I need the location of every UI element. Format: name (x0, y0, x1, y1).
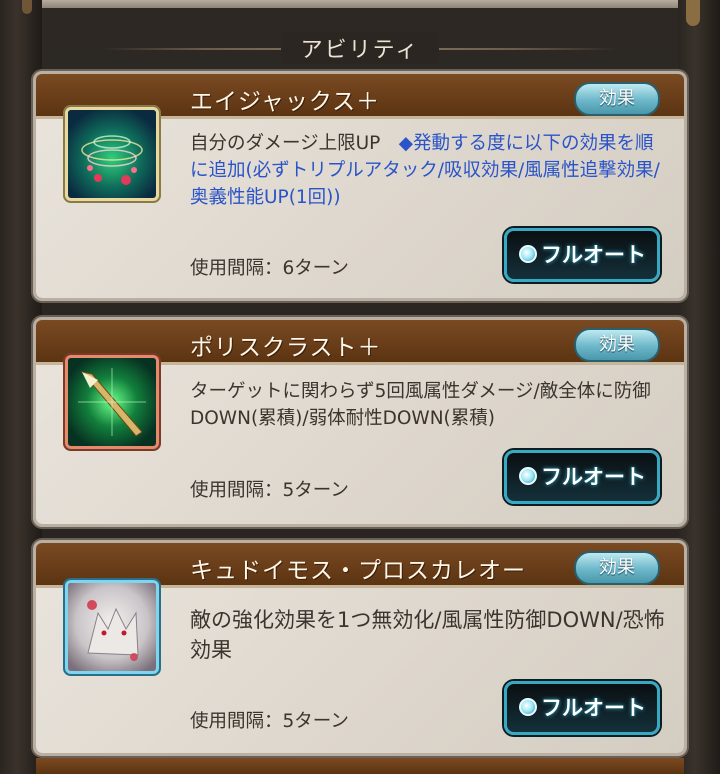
section-title: アビリティ (280, 32, 440, 64)
frame-ornament (686, 0, 700, 26)
description-text: ターゲットに関わらず5回風属性ダメージ/敵全体に防御DOWN(累積)/弱体耐性D… (190, 381, 651, 429)
toggle-dot-icon (519, 245, 537, 263)
ability-card: キュドイモス・プロスカレオー 効果 敵の強化効果を1つ無効化/風属性防御DOWN… (36, 543, 684, 753)
effect-button[interactable]: 効果 (574, 82, 660, 116)
ability-description: 敵の強化効果を1つ無効化/風属性防御DOWN/恐怖効果 (190, 605, 666, 665)
ability-card: エイジャックス＋ 効果 自分のダメージ上限UP ◆発動する度に以下の効果を順に追… (36, 74, 684, 298)
cooldown-text: 使用間隔：5ターン (190, 480, 349, 501)
full-auto-label: フルオート (541, 465, 646, 489)
ability-name: キュドイモス・プロスカレオー (190, 558, 526, 584)
ability-description: 自分のダメージ上限UP ◆発動する度に以下の効果を順に追加(必ずトリプルアタック… (190, 130, 666, 211)
spirit-wolf-icon[interactable] (68, 583, 156, 671)
next-card-edge (36, 758, 684, 774)
ability-description: ターゲットに関わらず5回風属性ダメージ/敵全体に防御DOWN(累積)/弱体耐性D… (190, 378, 666, 432)
section-header: アビリティ (42, 22, 678, 74)
full-auto-button[interactable]: フルオート (504, 228, 660, 282)
frame-ornament (22, 0, 32, 14)
cooldown-text: 使用間隔：5ターン (190, 711, 349, 732)
top-strip (42, 0, 678, 8)
full-auto-button[interactable]: フルオート (504, 450, 660, 504)
full-auto-label: フルオート (541, 696, 646, 720)
full-auto-label: フルオート (541, 243, 646, 267)
rose-whirlwind-icon[interactable] (68, 110, 156, 198)
toggle-dot-icon (519, 467, 537, 485)
cooldown-text: 使用間隔：6ターン (190, 258, 349, 279)
spear-strike-icon[interactable] (68, 358, 156, 446)
ability-name: ポリスクラスト＋ (190, 335, 382, 361)
full-auto-button[interactable]: フルオート (504, 681, 660, 735)
ability-name: エイジャックス＋ (190, 89, 381, 115)
effect-button[interactable]: 効果 (574, 328, 660, 362)
description-text: 自分のダメージ上限UP (190, 133, 399, 154)
toggle-dot-icon (519, 698, 537, 716)
ability-card: ポリスクラスト＋ 効果 ターゲットに関わらず5回風属性ダメージ/敵全体に防御DO… (36, 320, 684, 524)
effect-button[interactable]: 効果 (574, 551, 660, 585)
description-text: 敵の強化効果を1つ無効化/風属性防御DOWN/恐怖効果 (190, 608, 665, 662)
